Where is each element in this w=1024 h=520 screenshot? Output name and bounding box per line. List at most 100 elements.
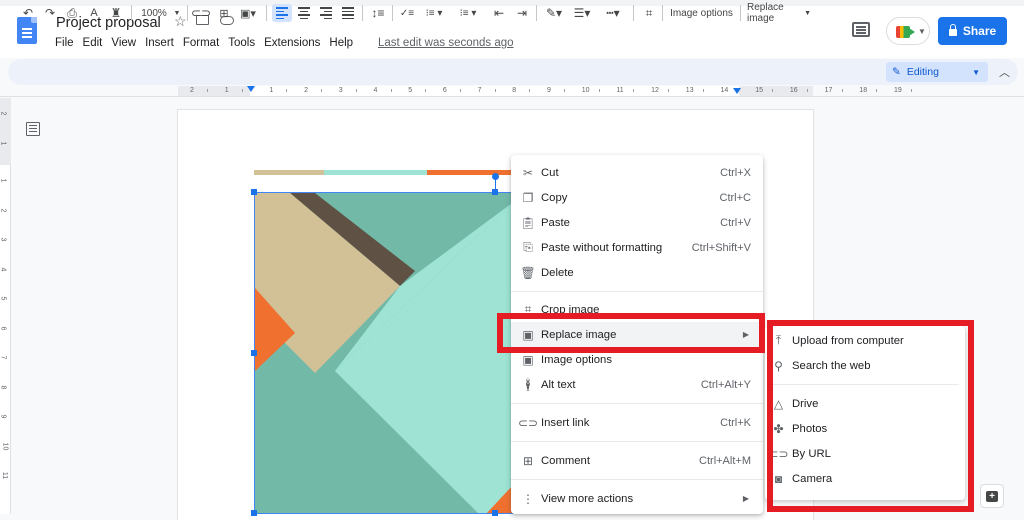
increase-indent-icon[interactable]: ⇥ bbox=[513, 4, 531, 22]
submenu-item-photos[interactable]: ✤ Photos bbox=[765, 416, 965, 441]
rotate-handle[interactable] bbox=[492, 173, 499, 180]
resize-handle[interactable] bbox=[492, 189, 498, 195]
pencil-icon: ✎ bbox=[892, 66, 901, 78]
menu-item-label: Paste without formatting bbox=[541, 241, 663, 254]
submenu-item-search-the-web[interactable]: ⚲ Search the web bbox=[765, 353, 965, 378]
menu-tools[interactable]: Tools bbox=[228, 37, 260, 49]
chevron-down-icon: ▼ bbox=[918, 27, 926, 36]
menu-item-cut[interactable]: ✂ Cut Ctrl+X bbox=[511, 160, 763, 185]
right-indent-marker[interactable] bbox=[733, 88, 741, 94]
chevron-up-icon[interactable]: ︿ bbox=[999, 64, 1010, 80]
bulleted-list-icon[interactable]: ⁝≡ ▾ bbox=[421, 4, 447, 22]
ruler-tick-label: 10 bbox=[581, 87, 590, 94]
meet-button[interactable]: ▼ bbox=[886, 17, 930, 45]
checklist-icon[interactable]: ✓≡ bbox=[398, 4, 416, 22]
vertical-ruler-tick-label: 1 bbox=[0, 141, 7, 145]
selected-image[interactable] bbox=[254, 192, 514, 514]
resize-handle[interactable] bbox=[251, 350, 257, 356]
menu-format[interactable]: Format bbox=[183, 37, 224, 49]
align-right-button[interactable] bbox=[317, 4, 335, 22]
submenu-item-camera[interactable]: ◙ Camera bbox=[765, 466, 965, 491]
justify-button[interactable] bbox=[339, 4, 357, 22]
menu-item-paste[interactable]: 📋︎ Paste Ctrl+V bbox=[511, 210, 763, 235]
toolbar-divider bbox=[633, 5, 634, 21]
lock-icon bbox=[948, 24, 957, 36]
print-icon[interactable]: ⎙ bbox=[64, 4, 80, 22]
menu-item-copy[interactable]: ❐ Copy Ctrl+C bbox=[511, 185, 763, 210]
share-label: Share bbox=[962, 24, 997, 38]
border-color-icon[interactable]: ✎▾ bbox=[542, 4, 566, 22]
paint-format-icon[interactable]: ♜ bbox=[108, 4, 124, 22]
more-vert-icon: ⋮ bbox=[522, 491, 534, 506]
spellcheck-icon[interactable]: A bbox=[86, 4, 102, 22]
menu-help[interactable]: Help bbox=[329, 37, 358, 49]
menu-view[interactable]: View bbox=[111, 37, 141, 49]
resize-handle[interactable] bbox=[251, 189, 257, 195]
editing-mode-label: Editing bbox=[906, 66, 939, 78]
submenu-item-upload-from-computer[interactable]: ⤒ Upload from computer bbox=[765, 328, 965, 353]
editing-mode-select[interactable]: ✎ Editing ▼ bbox=[886, 62, 988, 82]
crop-icon[interactable]: ⌗ bbox=[640, 4, 658, 22]
resize-handle[interactable] bbox=[251, 510, 257, 516]
undo-icon[interactable]: ↶ bbox=[20, 4, 36, 22]
numbered-list-icon[interactable]: ⁝≡ ▾ bbox=[455, 4, 481, 22]
border-weight-icon[interactable]: ☰▾ bbox=[570, 4, 594, 22]
menu-edit[interactable]: Edit bbox=[83, 37, 108, 49]
decrease-indent-icon[interactable]: ⇤ bbox=[490, 4, 508, 22]
share-button[interactable]: Share bbox=[938, 17, 1007, 45]
menu-item-label: Crop image bbox=[541, 303, 600, 316]
menu-item-shortcut: Ctrl+Shift+V bbox=[691, 241, 751, 254]
menu-item-delete[interactable]: 🗑︎ Delete bbox=[511, 260, 763, 285]
ruler-tick-label: 19 bbox=[894, 87, 902, 94]
menu-item-replace-image[interactable]: ▣ Replace image ▶ bbox=[511, 322, 763, 347]
meet-icon bbox=[896, 26, 915, 38]
resize-handle[interactable] bbox=[492, 510, 498, 516]
chevron-down-icon: ▼ bbox=[972, 67, 980, 77]
align-left-button[interactable] bbox=[272, 4, 292, 22]
toolbar-divider bbox=[187, 5, 188, 21]
add-comment-button[interactable]: + bbox=[980, 484, 1004, 508]
vertical-ruler-margin bbox=[0, 98, 11, 165]
border-dash-icon[interactable]: ┅▾ bbox=[600, 4, 626, 22]
vertical-ruler[interactable]: 2 1 1 2 3 4 5 6 7 8 9 10 11 bbox=[0, 98, 11, 514]
menu-insert[interactable]: Insert bbox=[145, 37, 179, 49]
line-spacing-icon[interactable]: ↕≡ bbox=[369, 4, 387, 22]
menu-item-paste-without-formatting[interactable]: ⎘ Paste without formatting Ctrl+Shift+V bbox=[511, 235, 763, 260]
add-comment-icon: + bbox=[986, 490, 998, 502]
ruler-tick-mark bbox=[425, 89, 427, 92]
color-bar-segment bbox=[324, 170, 427, 175]
menu-item-crop-image[interactable]: ⌗ Crop image bbox=[511, 297, 763, 322]
menu-item-alt-text[interactable]: 🕴︎ Alt text Ctrl+Alt+Y bbox=[511, 372, 763, 397]
comment-history-icon[interactable] bbox=[852, 22, 870, 37]
menu-item-view-more-actions[interactable]: ⋮ View more actions ▶ bbox=[511, 486, 763, 511]
ruler-tick-mark bbox=[207, 89, 208, 92]
replace-image-button[interactable]: Replace image ▼ bbox=[747, 2, 811, 24]
zoom-select[interactable]: 100% bbox=[140, 4, 168, 22]
insert-image-icon[interactable]: ▣▾ bbox=[237, 4, 259, 22]
insert-link-icon[interactable]: ⊂⊃ bbox=[191, 4, 211, 22]
horizontal-ruler[interactable]: 2 1 1 2 3 4 5 6 7 8 9 10 11 12 13 14 15 16 17 18 19 bbox=[0, 85, 1024, 97]
menu-file[interactable]: File bbox=[55, 37, 79, 49]
paste-plain-icon: ⎘ bbox=[523, 240, 533, 254]
menu-item-shortcut: Ctrl+K bbox=[720, 416, 751, 429]
image-icon: ▣ bbox=[522, 327, 534, 342]
document-outline-icon[interactable] bbox=[26, 122, 40, 136]
ruler-tick-mark bbox=[494, 89, 496, 92]
add-comment-icon[interactable]: ⊞ bbox=[216, 4, 232, 22]
menu-item-insert-link[interactable]: ⊂⊃ Insert link Ctrl+K bbox=[511, 410, 763, 435]
last-edit-link[interactable]: Last edit was seconds ago bbox=[378, 37, 514, 49]
zoom-chevron-icon[interactable]: ▼ bbox=[172, 4, 182, 22]
image-options-button[interactable]: Image options bbox=[670, 4, 733, 22]
ruler-tick-label: 7 bbox=[477, 87, 482, 94]
menu-item-comment[interactable]: ⊞ Comment Ctrl+Alt+M bbox=[511, 448, 763, 473]
submenu-item-by-url[interactable]: ⊂⊃ By URL bbox=[765, 441, 965, 466]
menu-item-image-options[interactable]: ▣ Image options bbox=[511, 347, 763, 372]
menu-extensions[interactable]: Extensions bbox=[264, 37, 325, 49]
align-center-button[interactable] bbox=[295, 4, 313, 22]
toolbar-divider bbox=[266, 5, 267, 21]
left-indent-marker[interactable] bbox=[247, 86, 255, 92]
redo-icon[interactable]: ↷ bbox=[42, 4, 58, 22]
ruler-tick-mark bbox=[806, 89, 808, 92]
submenu-item-drive[interactable]: △ Drive bbox=[765, 391, 965, 416]
menu-item-label: View more actions bbox=[541, 492, 634, 505]
